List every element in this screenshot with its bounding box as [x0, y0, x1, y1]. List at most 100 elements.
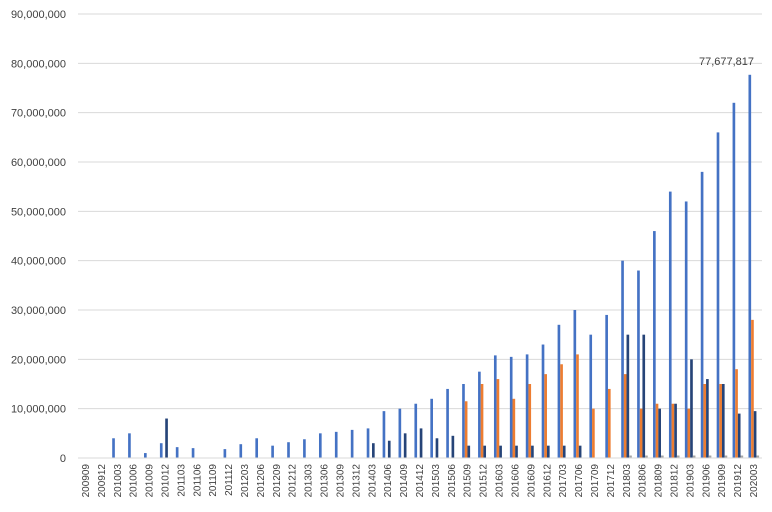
- bar: [753, 411, 757, 458]
- bar: [721, 384, 725, 458]
- bar: [546, 445, 550, 458]
- bar: [499, 445, 502, 458]
- x-tick-label: 201403: [367, 464, 378, 498]
- bar: [531, 445, 534, 458]
- bar: [419, 428, 423, 458]
- x-tick-label: 201512: [479, 464, 490, 498]
- y-tick-label: 10,000,000: [11, 404, 66, 416]
- x-tick-label: 201809: [654, 464, 665, 498]
- x-tick-label: 200909: [81, 464, 92, 498]
- bar: [639, 408, 643, 458]
- gridlines: [78, 13, 762, 410]
- bar: [403, 433, 407, 458]
- bar-chart: 0 10,000,000 20,000,000 30,000,000 40,000,00…: [11, 9, 762, 498]
- data-label: 77,677,817: [699, 56, 754, 68]
- bar: [398, 408, 402, 458]
- x-tick-label: 201306: [320, 464, 331, 498]
- bar: [387, 440, 391, 458]
- bar: [462, 384, 465, 458]
- x-tick-label: 201912: [733, 464, 744, 498]
- x-tick-label: 201603: [495, 464, 506, 498]
- bar: [690, 359, 693, 458]
- x-tick-label: 201803: [622, 464, 633, 498]
- x-tick-label: 201309: [335, 464, 346, 498]
- bar: [592, 408, 595, 458]
- bar: [175, 447, 179, 458]
- x-tick-label: 202003: [749, 464, 760, 498]
- y-tick-label: 50,000,000: [11, 206, 66, 218]
- bar: [671, 403, 675, 458]
- bar: [573, 310, 577, 458]
- bar: [515, 445, 518, 458]
- x-tick-label: 201812: [670, 464, 681, 498]
- bar: [655, 403, 659, 458]
- bar: [414, 403, 418, 458]
- bar: [255, 438, 259, 458]
- x-tick-label: 201009: [145, 464, 156, 498]
- bar: [159, 443, 163, 458]
- bar: [467, 445, 471, 458]
- bar: [496, 379, 500, 458]
- bar: [626, 334, 630, 458]
- bar: [658, 408, 661, 458]
- bar: [366, 428, 370, 458]
- bar: [478, 371, 481, 458]
- bar: [528, 384, 532, 458]
- bar: [430, 398, 433, 458]
- bar: [435, 438, 439, 458]
- bar: [557, 324, 561, 458]
- bar: [623, 374, 627, 458]
- bar: [687, 408, 691, 458]
- x-tick-label: 201412: [415, 464, 426, 498]
- bar: [751, 319, 754, 458]
- bar: [480, 384, 484, 458]
- y-tick-label: 20,000,000: [11, 354, 66, 366]
- x-tick-label: 201806: [638, 464, 649, 498]
- bar: [735, 369, 738, 458]
- bar: [653, 231, 656, 458]
- x-tick-label: 201206: [256, 464, 267, 498]
- bar: [446, 388, 449, 458]
- chart-root: 0 10,000,000 20,000,000 30,000,000 40,000,00…: [0, 0, 772, 512]
- bar: [318, 433, 322, 458]
- x-tick-label: 201406: [383, 464, 394, 498]
- x-tick-label: 201003: [113, 464, 124, 498]
- bar: [191, 448, 195, 458]
- bar: [578, 445, 582, 458]
- bars: [112, 74, 760, 459]
- x-tick-label: 201709: [590, 464, 601, 498]
- y-tick-label: 40,000,000: [11, 256, 66, 268]
- bar: [144, 453, 147, 458]
- x-tick-label: 201106: [192, 464, 203, 497]
- bar: [607, 388, 611, 458]
- bar: [382, 411, 386, 458]
- bar: [668, 191, 672, 458]
- x-tick-label: 201612: [542, 464, 553, 498]
- y-tick-label: 60,000,000: [11, 157, 66, 169]
- bar: [621, 260, 624, 458]
- bar: [719, 384, 722, 458]
- bar: [350, 429, 354, 458]
- bar: [684, 201, 688, 458]
- x-tick-label: 201703: [558, 464, 569, 498]
- bar: [642, 334, 646, 458]
- bar: [303, 439, 306, 458]
- x-tick-label: 201012: [160, 464, 171, 498]
- x-tick-label: 201006: [129, 464, 140, 498]
- x-tick-label: 201103: [176, 464, 187, 497]
- x-tick-label: 201906: [701, 464, 712, 498]
- x-tick-label: 201503: [431, 464, 442, 498]
- bar: [589, 334, 593, 458]
- bar: [576, 354, 579, 458]
- bar: [493, 355, 497, 458]
- bar: [706, 379, 709, 458]
- bar: [703, 384, 707, 458]
- bar: [483, 445, 487, 458]
- x-tick-label: 201712: [606, 464, 617, 498]
- x-tick-label: 201203: [240, 464, 251, 498]
- y-tick-label: 90,000,000: [11, 9, 66, 21]
- bar: [287, 442, 290, 458]
- bar: [128, 433, 131, 458]
- x-tick-label: 201606: [510, 464, 521, 498]
- bar: [560, 364, 563, 458]
